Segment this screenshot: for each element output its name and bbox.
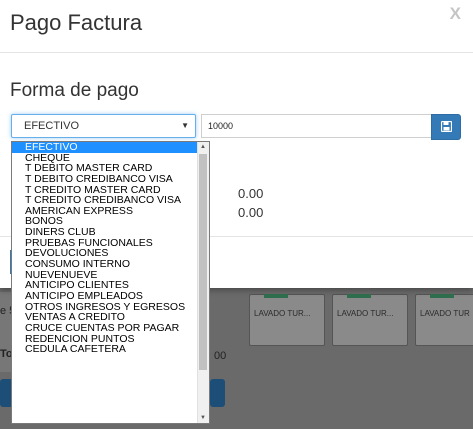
payment-method-select[interactable]: EFECTIVO ▼: [11, 114, 196, 138]
amount-value: 0.00: [238, 205, 264, 220]
scroll-thumb[interactable]: [199, 154, 207, 370]
save-button[interactable]: [431, 114, 461, 140]
modal-header: Pago Factura X: [0, 0, 473, 53]
scroll-down-icon[interactable]: ▼: [200, 415, 206, 421]
dropdown-option[interactable]: CONSUMO INTERNO: [12, 259, 209, 270]
scroll-up-icon[interactable]: ▲: [200, 144, 206, 150]
dropdown-option[interactable]: EFECTIVO: [12, 142, 209, 153]
section-title: Forma de pago: [10, 80, 139, 101]
dropdown-option[interactable]: BONOS: [12, 216, 209, 227]
product-tile-label: LAVADO TUR...: [254, 309, 311, 318]
dropdown-option[interactable]: PRUEBAS FUNCIONALES: [12, 238, 209, 249]
dropdown-option[interactable]: NUEVENUEVE: [12, 270, 209, 281]
background-total-value: 00: [214, 350, 227, 362]
dropdown-option[interactable]: CRUCE CUENTAS POR PAGAR: [12, 323, 209, 334]
background-button[interactable]: [210, 379, 225, 407]
modal-title: Pago Factura: [10, 10, 143, 35]
dropdown-option[interactable]: VENTAS A CREDITO: [12, 312, 209, 323]
dropdown-option[interactable]: T CREDITO CREDIBANCO VISA: [12, 195, 209, 206]
scrollbar[interactable]: ▲ ▼: [197, 142, 209, 423]
dropdown-option[interactable]: OTROS INGRESOS Y EGRESOS: [12, 302, 209, 313]
amount-input[interactable]: [201, 114, 431, 138]
product-tile-label: LAVADO TUR...: [337, 309, 394, 318]
close-icon[interactable]: X: [450, 4, 461, 24]
floppy-disk-icon: [441, 121, 452, 132]
dropdown-option[interactable]: T DEBITO MASTER CARD: [12, 163, 209, 174]
dropdown-option[interactable]: CEDULA CAFETERA: [12, 344, 209, 355]
dropdown-option[interactable]: DINERS CLUB: [12, 227, 209, 238]
payment-method-dropdown-list[interactable]: EFECTIVO CHEQUE T DEBITO MASTER CARD T DEBI…: [11, 141, 210, 424]
dropdown-option[interactable]: T DEBITO CREDIBANCO VISA: [12, 174, 209, 185]
dropdown-option[interactable]: ANTICIPO CLIENTES: [12, 280, 209, 291]
product-tile[interactable]: LAVADO TUR...: [332, 294, 408, 346]
product-tile[interactable]: LAVADO TUR...: [249, 294, 325, 346]
dropdown-option[interactable]: ANTICIPO EMPLEADOS: [12, 291, 209, 302]
payment-method-selected: EFECTIVO: [24, 120, 80, 132]
product-tile-label: LAVADO TUR: [420, 309, 470, 318]
amount-value: 0.00: [238, 186, 264, 201]
dropdown-option[interactable]: T CREDITO MASTER CARD: [12, 185, 209, 196]
chevron-down-icon: ▼: [181, 121, 189, 130]
dropdown-option[interactable]: DEVOLUCIONES: [12, 248, 209, 259]
dropdown-option[interactable]: AMERICAN EXPRESS: [12, 206, 209, 217]
dropdown-option[interactable]: CHEQUE: [12, 153, 209, 164]
dropdown-option[interactable]: REDENCION PUNTOS: [12, 334, 209, 345]
product-tile[interactable]: LAVADO TUR: [415, 294, 473, 346]
